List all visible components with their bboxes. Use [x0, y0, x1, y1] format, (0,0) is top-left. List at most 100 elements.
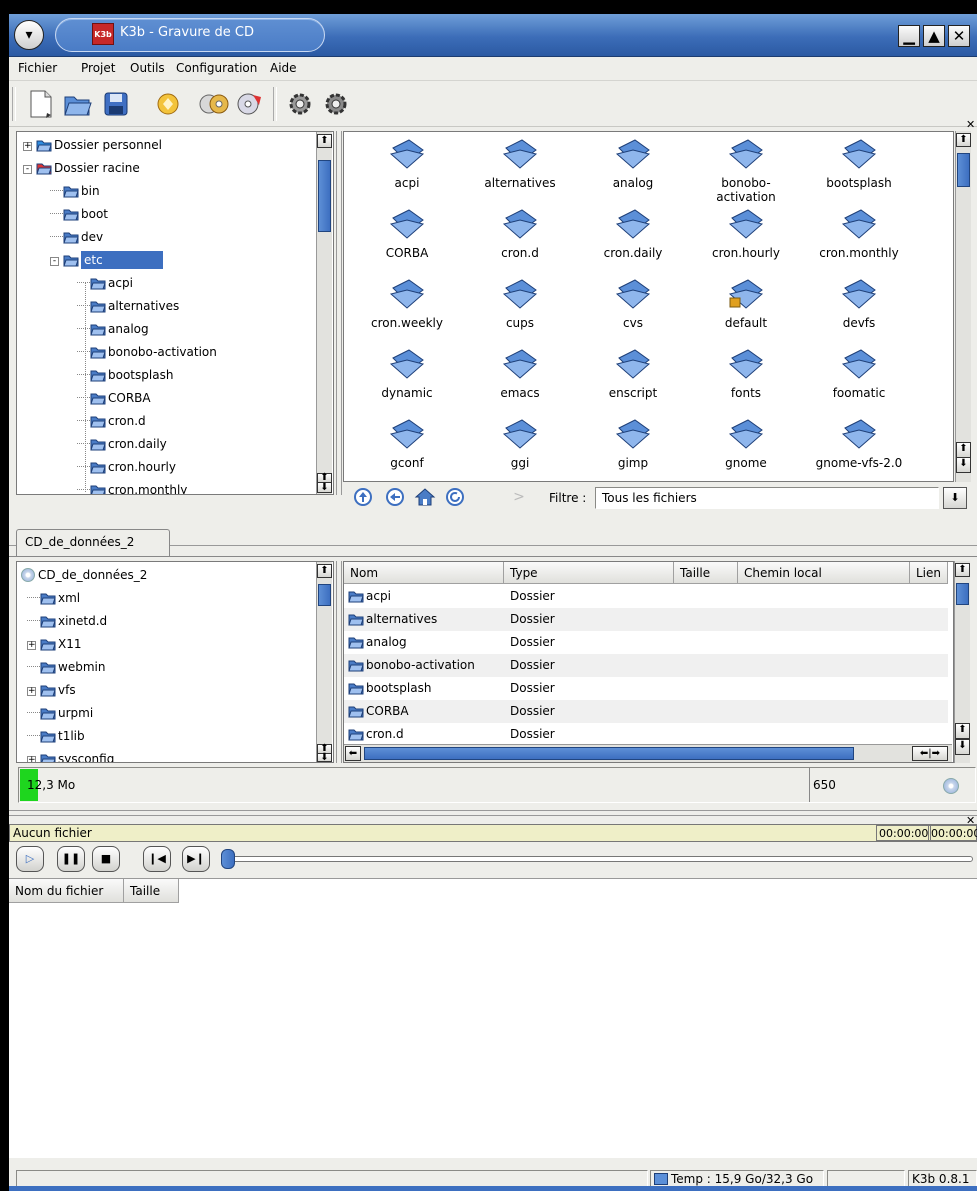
project-tree-item[interactable]: + vfs	[27, 679, 76, 701]
table-row[interactable]: CORBA Dossier	[344, 700, 948, 723]
toolbar-close-icon[interactable]: ✕	[966, 118, 975, 131]
file-grid-item[interactable]: emacs	[465, 348, 575, 400]
menu-projet[interactable]: Projet	[81, 61, 115, 75]
reload-icon[interactable]	[443, 485, 467, 509]
file-grid-item[interactable]: cron.hourly	[691, 208, 801, 260]
column-header-filename[interactable]: Nom du fichier	[9, 879, 124, 903]
file-grid-item[interactable]: alternatives	[465, 138, 575, 190]
expand-icon[interactable]: +	[27, 641, 36, 650]
scroll-up-arrow-icon[interactable]: ⬆	[956, 133, 971, 147]
project-tree-item[interactable]: xml	[27, 587, 80, 609]
clean-icon[interactable]	[151, 87, 185, 121]
tree-item[interactable]: cron.daily	[77, 433, 167, 455]
burn-image-icon[interactable]	[233, 87, 267, 121]
next-icon[interactable]: ▶❙	[182, 846, 210, 872]
tree-item[interactable]: CORBA	[77, 387, 151, 409]
seek-slider[interactable]	[221, 856, 973, 862]
pause-icon[interactable]: ❚❚	[57, 846, 85, 872]
scroll-thumb[interactable]	[318, 160, 331, 232]
project-list-scrollbar[interactable]: ⬆ ⬆ ⬇	[954, 561, 970, 763]
tab-project[interactable]: CD_de_données_2	[16, 529, 170, 557]
project-tree-item[interactable]: xinetd.d	[27, 610, 107, 632]
scroll-left-arrow-icon[interactable]: ⬅	[345, 746, 361, 761]
project-tree-scrollbar[interactable]: ⬆ ⬆ ⬇	[316, 562, 332, 763]
file-grid-item[interactable]: fonts	[691, 348, 801, 400]
directory-tree-scrollbar[interactable]: ⬆ ⬆ ⬇	[316, 132, 332, 494]
tree-item[interactable]: cron.d	[77, 410, 146, 432]
vertical-splitter[interactable]	[336, 131, 342, 495]
scroll-down-arrow-icon[interactable]: ⬇	[317, 753, 332, 763]
table-row[interactable]: analog Dossier	[344, 631, 948, 654]
file-grid-item[interactable]: cvs	[578, 278, 688, 330]
column-header-nom[interactable]: Nom	[344, 562, 504, 584]
open-icon[interactable]	[61, 87, 95, 121]
file-grid-item[interactable]: gnome	[691, 418, 801, 470]
project-tree-item[interactable]: + X11	[27, 633, 82, 655]
tree-item[interactable]: cron.hourly	[77, 456, 176, 478]
project-list-hscrollbar[interactable]: ⬅ ⬅|➡	[344, 744, 952, 762]
column-header-type[interactable]: Type	[504, 562, 674, 584]
menu-configuration[interactable]: Configuration	[176, 61, 257, 75]
file-grid-item[interactable]: cron.daily	[578, 208, 688, 260]
file-grid-item[interactable]: gnome-vfs-2.0	[804, 418, 914, 470]
column-header-size[interactable]: Taille	[124, 879, 179, 903]
scroll-up-arrow-icon[interactable]: ⬆	[317, 564, 332, 578]
file-grid-item[interactable]: bootsplash	[804, 138, 914, 190]
up-arrow-icon[interactable]	[351, 485, 375, 509]
collapse-icon[interactable]: -	[50, 257, 59, 266]
home-icon[interactable]	[413, 485, 437, 509]
tree-item[interactable]: - Dossier racine	[23, 157, 140, 179]
file-grid-item[interactable]: dynamic	[352, 348, 462, 400]
collapse-icon[interactable]: -	[23, 165, 32, 174]
settings-icon[interactable]	[283, 87, 317, 121]
scroll-down-arrow-icon[interactable]: ⬇	[956, 457, 971, 473]
new-project-icon[interactable]	[24, 87, 58, 121]
file-grid-item[interactable]: enscript	[578, 348, 688, 400]
scroll-thumb[interactable]	[957, 153, 970, 187]
stop-icon[interactable]: ■	[92, 846, 120, 872]
tree-item[interactable]: analog	[77, 318, 149, 340]
file-grid-item[interactable]: gconf	[352, 418, 462, 470]
column-header-lien[interactable]: Lien	[910, 562, 948, 584]
scroll-up-arrow-icon[interactable]: ⬆	[955, 563, 970, 577]
scroll-up-arrow-icon[interactable]: ⬆	[956, 442, 971, 458]
previous-icon[interactable]: ❙◀	[143, 846, 171, 872]
table-row[interactable]: acpi Dossier	[344, 585, 948, 608]
file-grid-item[interactable]: cron.monthly	[804, 208, 914, 260]
file-grid-item[interactable]: default	[691, 278, 801, 330]
expand-icon[interactable]: +	[27, 687, 36, 696]
horizontal-splitter[interactable]	[9, 810, 977, 816]
file-grid-item[interactable]: analog	[578, 138, 688, 190]
project-tree-root[interactable]: CD_de_données_2	[21, 564, 147, 586]
file-grid-item[interactable]: bonobo-activation	[691, 138, 801, 204]
project-tree-item[interactable]: + sysconfig	[27, 748, 114, 762]
menu-fichier[interactable]: Fichier	[18, 61, 57, 75]
window-menu-button[interactable]: ▾	[14, 20, 44, 50]
file-grid-item[interactable]: gimp	[578, 418, 688, 470]
menu-aide[interactable]: Aide	[270, 61, 297, 75]
expand-icon[interactable]: +	[23, 142, 32, 151]
minimize-button[interactable]: ▁	[898, 25, 920, 47]
close-button[interactable]: ✕	[948, 25, 970, 47]
file-grid-item[interactable]: cron.d	[465, 208, 575, 260]
scroll-thumb[interactable]	[956, 583, 969, 605]
file-grid-item[interactable]: acpi	[352, 138, 462, 190]
filter-dropdown-arrow-icon[interactable]: ⬇	[943, 487, 967, 509]
tree-item[interactable]: - etc	[50, 249, 163, 271]
play-icon[interactable]: ▷	[16, 846, 44, 872]
table-row[interactable]: cron.d Dossier	[344, 723, 948, 746]
file-grid-item[interactable]: cron.weekly	[352, 278, 462, 330]
tree-item[interactable]: bonobo-activation	[77, 341, 217, 363]
project-tree-item[interactable]: webmin	[27, 656, 105, 678]
scroll-thumb[interactable]	[318, 584, 331, 606]
project-tree-item[interactable]: t1lib	[27, 725, 85, 747]
maximize-button[interactable]: ▲	[923, 25, 945, 47]
tree-item[interactable]: alternatives	[77, 295, 179, 317]
column-header-taille[interactable]: Taille	[674, 562, 738, 584]
tree-item[interactable]: bootsplash	[77, 364, 173, 386]
file-grid-item[interactable]: cups	[465, 278, 575, 330]
save-icon[interactable]	[99, 87, 133, 121]
tree-item[interactable]: cron.monthly	[77, 479, 187, 494]
filter-combobox[interactable]: Tous les fichiers	[595, 487, 939, 509]
tree-item[interactable]: dev	[50, 226, 103, 248]
